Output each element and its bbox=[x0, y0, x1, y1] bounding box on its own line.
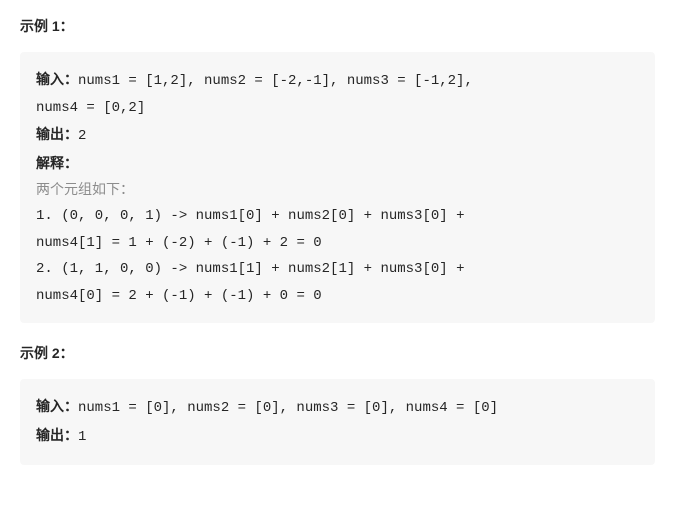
explain-label: 解释： bbox=[36, 150, 639, 177]
output-value-2: 1 bbox=[78, 429, 86, 445]
input-value-2: nums1 = [0], nums2 = [0], nums3 = [0], n… bbox=[78, 400, 498, 416]
example-2-block: 输入：nums1 = [0], nums2 = [0], nums3 = [0]… bbox=[20, 379, 655, 464]
example-2-heading: 示例 2： bbox=[20, 343, 655, 363]
input-label-2: 输入： bbox=[36, 398, 78, 414]
calc-2-line-1: 2. (1, 1, 0, 0) -> nums1[1] + nums2[1] +… bbox=[36, 256, 639, 283]
output-label: 输出： bbox=[36, 126, 78, 142]
example-1-block: 输入：nums1 = [1,2], nums2 = [-2,-1], nums3… bbox=[20, 52, 655, 323]
input-label: 输入： bbox=[36, 71, 78, 87]
input-value-line1: nums1 = [1,2], nums2 = [-2,-1], nums3 = … bbox=[78, 73, 473, 89]
output-label-2: 输出： bbox=[36, 427, 78, 443]
example-1-heading: 示例 1： bbox=[20, 16, 655, 36]
calc-1-line-1: 1. (0, 0, 0, 1) -> nums1[0] + nums2[0] +… bbox=[36, 203, 639, 230]
calc-2-line-2: nums4[0] = 2 + (-1) + (-1) + 0 = 0 bbox=[36, 283, 639, 310]
output-value: 2 bbox=[78, 128, 86, 144]
calc-1-line-2: nums4[1] = 1 + (-2) + (-1) + 2 = 0 bbox=[36, 230, 639, 257]
input-value-line2: nums4 = [0,2] bbox=[36, 95, 639, 122]
tuples-note: 两个元组如下： bbox=[36, 176, 639, 203]
